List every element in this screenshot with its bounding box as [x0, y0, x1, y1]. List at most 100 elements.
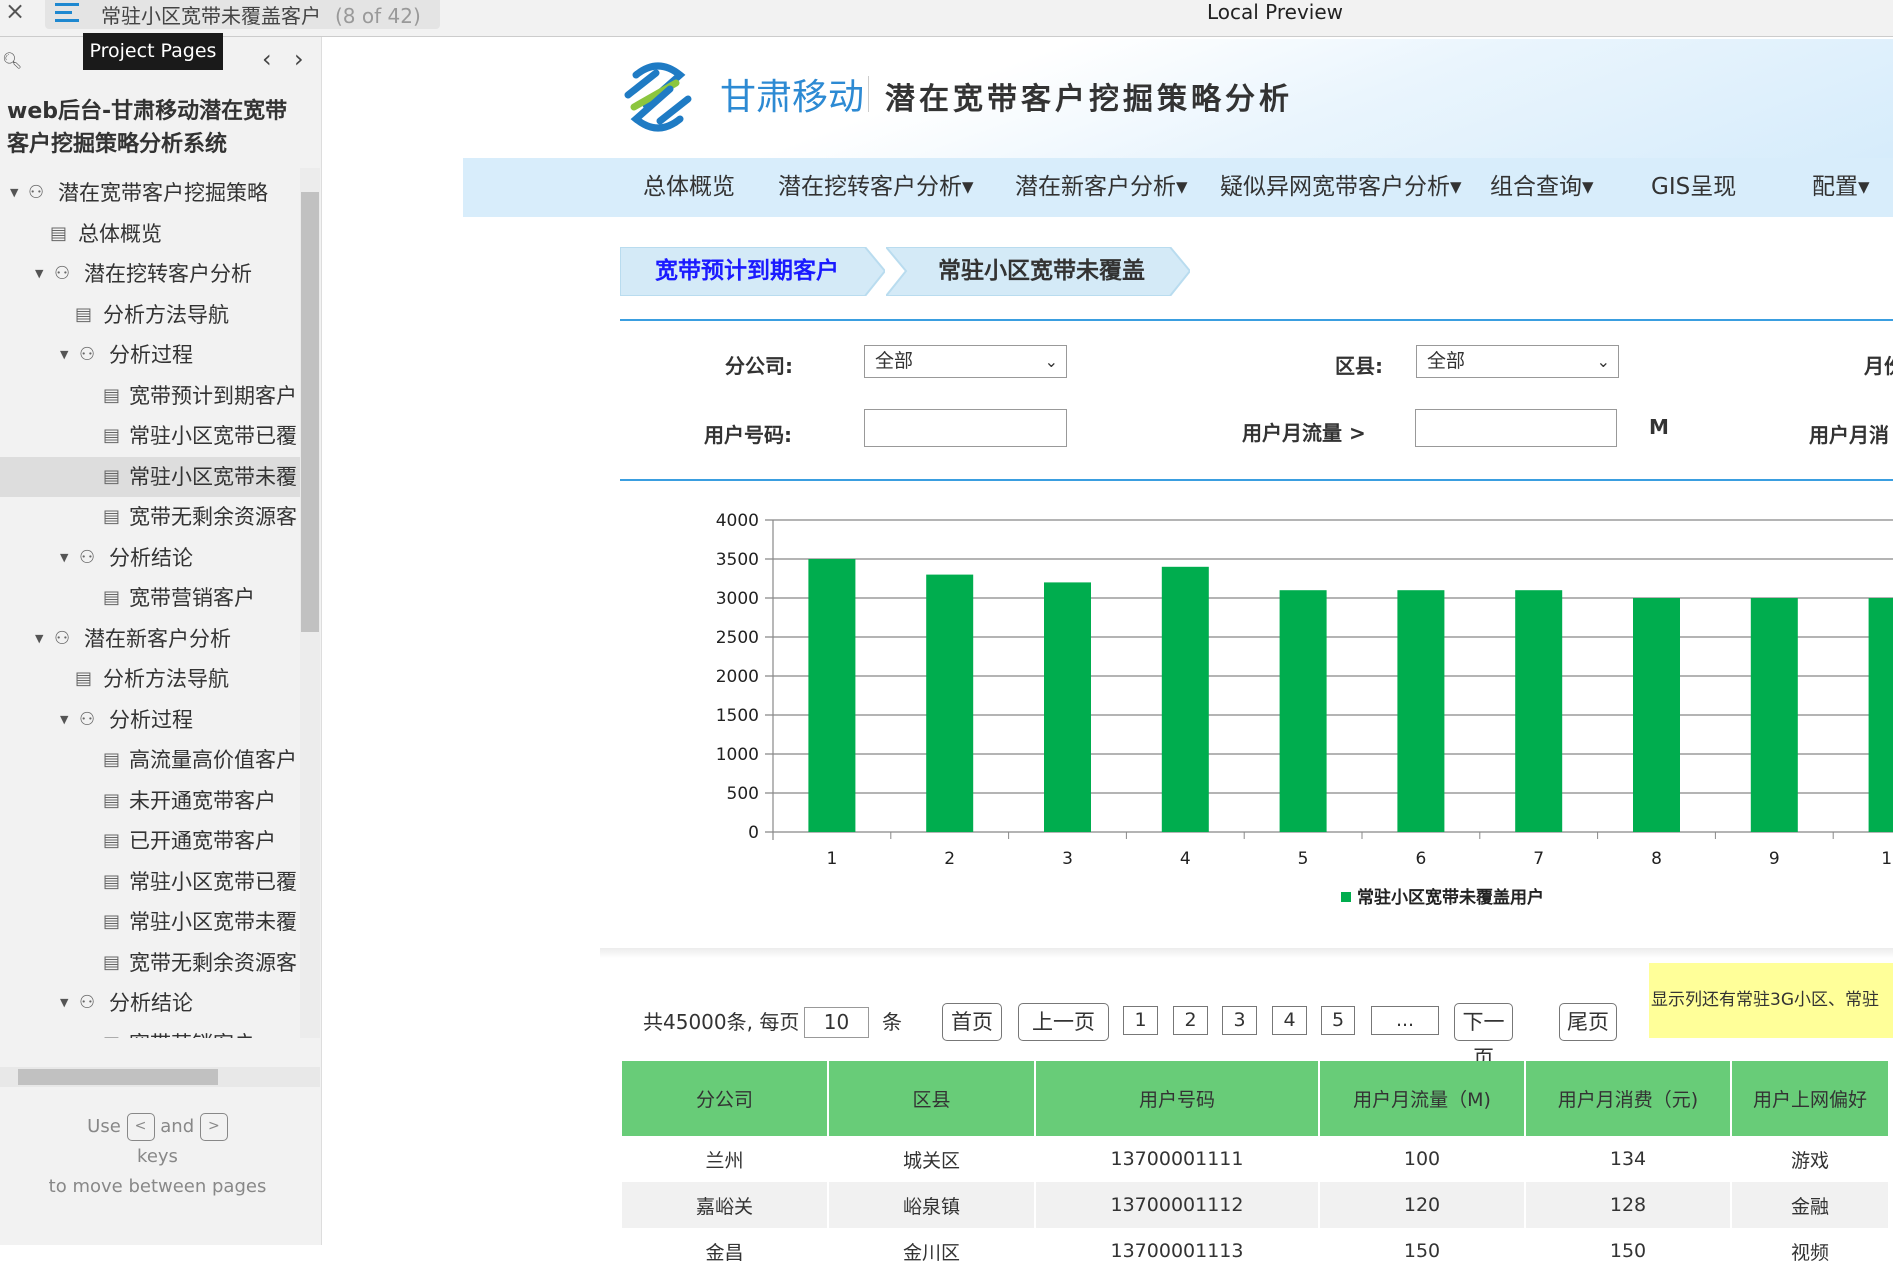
page-4-button[interactable]: 4	[1272, 1006, 1307, 1035]
county-select[interactable]: 全部 ⌄	[1416, 345, 1619, 378]
page-size-input[interactable]: 10	[804, 1007, 869, 1038]
sidebar-item-label: 常驻小区宽带已覆	[129, 424, 297, 448]
sidebar-item-label: 分析过程	[109, 343, 193, 367]
sidebar-item[interactable]: ▤ 分析方法导航	[0, 659, 300, 699]
page-size-unit: 条	[882, 1010, 902, 1034]
table-row[interactable]: 嘉峪关 峪泉镇 13700001112 120 128 金融	[622, 1182, 1890, 1228]
table-row[interactable]: 兰州 城关区 13700001111 100 134 游戏	[622, 1136, 1890, 1182]
sidebar-item[interactable]: ▼ ⚇ 分析过程	[0, 700, 300, 740]
sidebar-item[interactable]: ▼ ⚇ 分析结论	[0, 538, 300, 578]
table-cell: 13700001111	[1035, 1136, 1320, 1182]
x-tick-label: 10	[1881, 849, 1893, 869]
folder-icon: ⚇	[79, 992, 96, 1013]
expand-arrow-icon[interactable]: ▼	[10, 173, 18, 213]
menu-icon[interactable]	[55, 3, 79, 27]
traffic-input[interactable]	[1415, 409, 1617, 447]
table-row[interactable]: 金昌 金川区 13700001113 150 150 视频	[622, 1228, 1890, 1274]
nav-gis[interactable]: GIS呈现	[1651, 158, 1736, 217]
more-pages-button[interactable]: ...	[1371, 1006, 1439, 1035]
sidebar-item[interactable]: ▤ 分析方法导航	[0, 295, 300, 335]
first-page-button[interactable]: 首页	[942, 1003, 1002, 1041]
expand-arrow-icon[interactable]: ▼	[35, 619, 43, 659]
keyboard-hint: Use < and > keys to move between pages	[40, 1112, 275, 1202]
sidebar-item[interactable]: ▤ 高流量高价值客户	[0, 740, 300, 780]
sidebar-item[interactable]: ▤ 未开通宽带客户	[0, 781, 300, 821]
branch-select[interactable]: 全部 ⌄	[864, 345, 1067, 378]
sidebar-item[interactable]: ▤ 常驻小区宽带未覆	[0, 456, 300, 497]
expand-arrow-icon[interactable]: ▼	[60, 335, 68, 375]
expand-arrow-icon[interactable]: ▼	[60, 538, 68, 578]
page-icon: ▤	[103, 1024, 120, 1039]
y-tick-label: 3500	[716, 550, 759, 570]
column-header[interactable]: 用户月流量（M)	[1319, 1061, 1526, 1136]
nav-potential-new[interactable]: 潜在新客户分析▾	[1015, 158, 1188, 217]
table-cell: 游戏	[1731, 1136, 1890, 1182]
column-header[interactable]: 用户号码	[1035, 1061, 1320, 1136]
divider	[620, 319, 1893, 321]
sidebar-item-label: 常驻小区宽带已覆	[129, 869, 297, 894]
page-icon: ▤	[75, 668, 93, 689]
breadcrumb-step-2[interactable]: 常驻小区宽带未覆盖	[886, 247, 1190, 296]
sidebar-item[interactable]: ▤ 总体概览	[0, 214, 300, 254]
page-icon: ▤	[103, 506, 121, 527]
sidebar-item[interactable]: ▤ 宽带营销客户	[0, 1024, 300, 1039]
column-header[interactable]: 用户上网偏好	[1731, 1061, 1890, 1136]
vertical-scrollbar[interactable]	[300, 168, 320, 1038]
last-page-button[interactable]: 尾页	[1559, 1003, 1617, 1041]
page-5-button[interactable]: 5	[1321, 1006, 1355, 1035]
page-1-button[interactable]: 1	[1123, 1006, 1158, 1035]
x-tick-label: 7	[1533, 849, 1544, 869]
next-page-button[interactable]: 下一页	[1454, 1003, 1513, 1070]
traffic-unit: M	[1649, 415, 1669, 439]
sidebar-item[interactable]: ▼ ⚇ 分析过程	[0, 335, 300, 375]
expand-arrow-icon[interactable]: ▼	[60, 983, 68, 1023]
sidebar-item[interactable]: ▼ ⚇ 潜在宽带客户挖掘策略	[0, 173, 300, 213]
nav-combined-query[interactable]: 组合查询▾	[1490, 158, 1594, 217]
bar	[1750, 598, 1798, 832]
expand-arrow-icon[interactable]: ▼	[60, 700, 68, 740]
page-3-button[interactable]: 3	[1222, 1006, 1257, 1035]
page-selector[interactable]: 常驻小区宽带未覆盖客户 (8 of 42)	[45, 0, 440, 29]
expand-arrow-icon[interactable]: ▼	[35, 254, 43, 294]
sidebar-item[interactable]: ▤ 常驻小区宽带未覆	[0, 902, 300, 942]
sidebar-item[interactable]: ▼ ⚇ 分析结论	[0, 983, 300, 1023]
table-cell: 150	[1525, 1228, 1732, 1274]
nav-overview[interactable]: 总体概览	[643, 158, 735, 217]
sidebar-item-label: 宽带营销客户	[129, 1024, 255, 1039]
column-header[interactable]: 区县	[828, 1061, 1036, 1136]
page-icon: ▤	[75, 303, 93, 325]
bar	[1044, 582, 1091, 832]
next-page-icon[interactable]: ›	[294, 45, 304, 73]
prev-page-button[interactable]: 上一页	[1018, 1003, 1109, 1041]
y-tick-label: 4000	[716, 511, 759, 531]
sidebar-item[interactable]: ▤ 常驻小区宽带已覆	[0, 416, 300, 456]
sidebar-item[interactable]: ▤ 宽带无剩余资源客	[0, 497, 300, 537]
column-header[interactable]: 分公司	[622, 1061, 829, 1136]
sidebar-item[interactable]: ▤ 宽带预计到期客户	[0, 376, 300, 416]
page-icon: ▤	[103, 951, 121, 973]
prev-page-icon[interactable]: ‹	[262, 45, 272, 73]
page-tree: ▼ ⚇ 潜在宽带客户挖掘策略 ▤ 总体概览 ▼ ⚇ 潜在挖转客户分析 ▤ 分析方法导航 ▼ ⚇ 分析过程…	[0, 168, 300, 1038]
table-cell: 13700001113	[1035, 1228, 1320, 1274]
system-title: 潜在宽带客户挖掘策略分析	[885, 82, 1293, 117]
sidebar-item[interactable]: ▤ 已开通宽带客户	[0, 821, 300, 861]
breadcrumb-step-1[interactable]: 宽带预计到期客户	[620, 247, 885, 296]
close-icon[interactable]: ×	[5, 0, 25, 23]
phone-input[interactable]	[864, 409, 1067, 447]
sidebar-item[interactable]: ▼ ⚇ 潜在新客户分析	[0, 619, 300, 659]
brand-name: 甘肃移动	[720, 77, 865, 118]
sidebar-item[interactable]: ▤ 常驻小区宽带已覆	[0, 862, 300, 902]
x-tick-label: 6	[1415, 849, 1426, 869]
x-tick-label: 2	[944, 849, 955, 869]
top-bar: × 常驻小区宽带未覆盖客户 (8 of 42) Local Preview	[0, 0, 1893, 37]
page-2-button[interactable]: 2	[1173, 1006, 1208, 1035]
sidebar-item[interactable]: ▤ 宽带无剩余资源客	[0, 943, 300, 983]
nav-config[interactable]: 配置▾	[1812, 158, 1870, 217]
nav-suspected-other-network[interactable]: 疑似异网宽带客户分析▾	[1220, 158, 1462, 217]
horizontal-scrollbar[interactable]	[0, 1067, 320, 1087]
sidebar-item[interactable]: ▤ 宽带营销客户	[0, 578, 300, 618]
column-header[interactable]: 用户月消费（元)	[1525, 1061, 1732, 1136]
search-icon[interactable]: 🔍︎	[2, 51, 22, 70]
sidebar-item[interactable]: ▼ ⚇ 潜在挖转客户分析	[0, 254, 300, 294]
nav-potential-convert[interactable]: 潜在挖转客户分析▾	[778, 158, 974, 217]
